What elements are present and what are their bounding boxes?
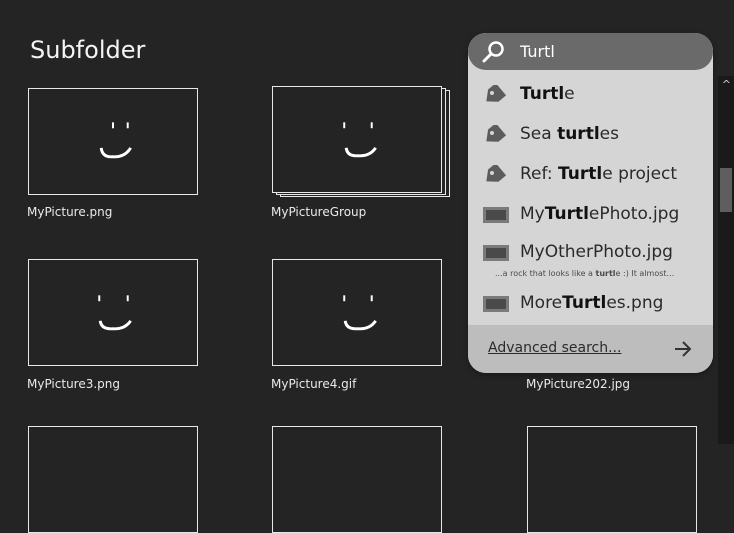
thumbnail-mypicture[interactable] — [28, 88, 198, 195]
scroll-up-arrow-icon[interactable]: ^ — [722, 79, 731, 90]
search-dropdown: Turtl Turtle Sea turtles Ref: Turtle pro… — [468, 33, 713, 373]
smiley-face-icon — [343, 295, 377, 331]
page-title: Subfolder — [30, 36, 146, 64]
search-result[interactable]: MoreTurtles.png — [468, 284, 713, 324]
search-icon — [482, 41, 504, 63]
search-bar[interactable]: Turtl — [468, 33, 713, 70]
smiley-face-icon — [99, 122, 132, 159]
search-input[interactable]: Turtl — [520, 42, 555, 61]
vertical-scrollbar[interactable] — [718, 76, 734, 444]
search-result[interactable]: MyTurtlePhoto.jpg — [468, 195, 713, 235]
search-result[interactable]: MyOtherPhoto.jpg — [468, 233, 713, 273]
search-result[interactable]: Sea turtles — [468, 115, 713, 155]
thumbnail-caption: MyPicture.png — [27, 205, 113, 219]
image-icon — [483, 296, 509, 312]
result-label: MoreTurtles.png — [520, 293, 664, 313]
thumbnail-caption: MyPicture202.jpg — [526, 377, 631, 391]
image-icon — [483, 207, 509, 223]
advanced-search-link[interactable]: Advanced search... — [488, 340, 621, 356]
result-label: Sea turtles — [520, 124, 619, 144]
smiley-face-icon — [98, 295, 132, 331]
thumbnail-mypicture4[interactable] — [272, 259, 442, 366]
smiley-face-icon — [343, 122, 377, 158]
result-label: Turtle — [520, 84, 575, 104]
tag-icon — [486, 85, 506, 102]
result-label: Ref: Turtle project — [520, 164, 678, 184]
thumbnail-caption: MyPictureGroup — [271, 205, 367, 219]
thumbnail-caption: MyPicture3.png — [27, 377, 121, 391]
thumbnail-mypicture3[interactable] — [28, 259, 198, 366]
thumbnail-row3-1[interactable] — [28, 426, 198, 533]
search-result[interactable]: Turtle — [468, 75, 713, 115]
tag-icon — [486, 165, 506, 182]
thumbnail-mypicturegroup[interactable] — [272, 86, 442, 193]
thumbnail-row3-2[interactable] — [272, 426, 442, 533]
thumbnail-row3-3[interactable] — [527, 426, 697, 533]
scrollbar-thumb[interactable] — [720, 168, 732, 212]
result-label: MyOtherPhoto.jpg — [520, 242, 673, 262]
result-label: MyTurtlePhoto.jpg — [520, 204, 680, 224]
result-snippet: ...a rock that looks like a turtle :) It… — [495, 269, 675, 278]
image-icon — [483, 245, 509, 261]
tag-icon — [486, 125, 506, 142]
arrow-right-icon[interactable] — [673, 340, 693, 358]
thumbnail-caption: MyPicture4.gif — [271, 377, 357, 391]
advanced-search-footer: Advanced search... — [468, 325, 713, 373]
search-result[interactable]: Ref: Turtle project — [468, 155, 713, 195]
